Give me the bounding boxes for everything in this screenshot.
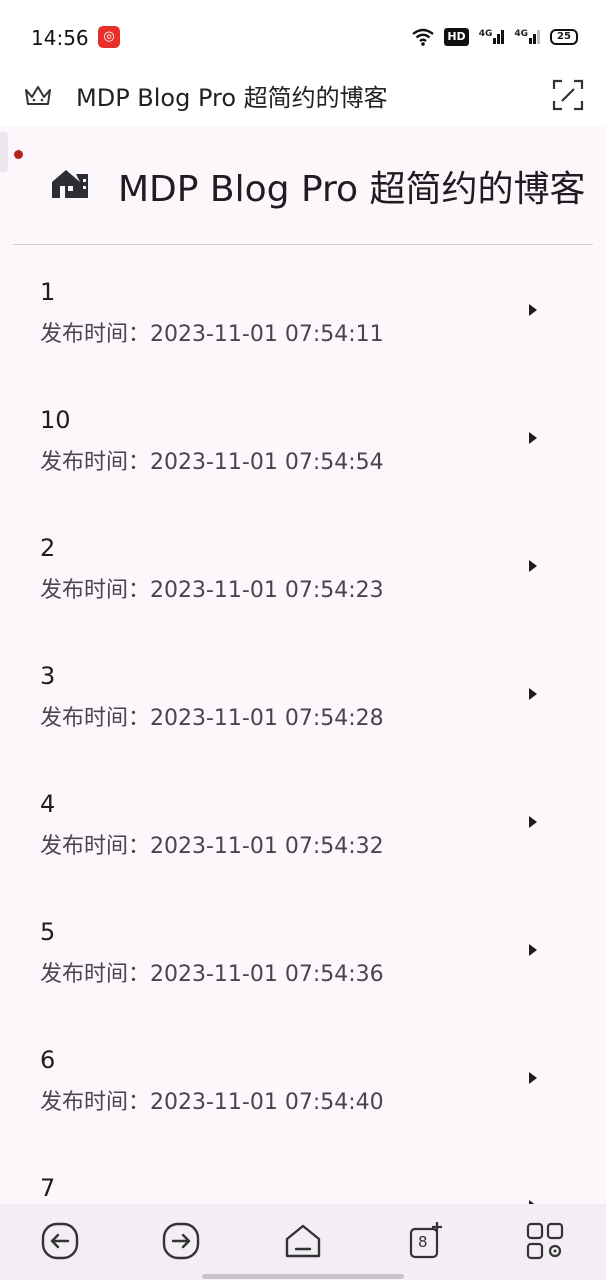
hd-badge: HD [444,28,469,46]
chevron-right-icon [529,304,537,316]
signal-label-2: 4G [514,29,528,39]
page-header: MDP Blog Pro 超简约的博客 [0,126,606,244]
chevron-right-icon [529,432,537,444]
side-drawer-handle[interactable] [0,132,8,172]
post-date: 发布时间：2023-11-01 07:54:11 [40,322,384,347]
list-item[interactable]: 6 发布时间：2023-11-01 07:54:40 [0,1014,606,1142]
post-title: 7 [40,1174,56,1202]
post-date: 发布时间：2023-11-01 07:54:23 [40,578,384,603]
signal-icon: 4G [479,30,505,44]
post-title: 6 [40,1046,56,1074]
chevron-right-icon [529,1072,537,1084]
post-title: 4 [40,790,56,818]
chevron-right-icon [529,688,537,700]
browser-page-title[interactable]: MDP Blog Pro 超简约的博客 [76,78,388,113]
list-item[interactable]: 3 发布时间：2023-11-01 07:54:28 [0,630,606,758]
post-date: 发布时间：2023-11-01 07:54:36 [40,962,384,987]
gesture-bar[interactable] [202,1274,404,1279]
status-icons: HD 4G 4G 25 [412,24,578,50]
crown-icon[interactable] [22,80,54,112]
chevron-right-icon [529,944,537,956]
chevron-right-icon [529,560,537,572]
post-date: 发布时间：2023-11-01 07:54:32 [40,834,384,859]
header-divider [13,244,593,245]
signal-icon-2: 4G [514,30,540,44]
status-bar: 14:56 ◎ HD 4G 4G 25 [0,0,606,74]
list-item[interactable]: 2 发布时间：2023-11-01 07:54:23 [0,502,606,630]
tabs-count: 8 [418,1233,428,1251]
expand-icon[interactable] [550,77,586,113]
back-icon[interactable] [41,1222,79,1260]
home-icon[interactable] [284,1222,322,1260]
post-list: 1 发布时间：2023-11-01 07:54:11 10 发布时间：2023-… [0,246,606,1204]
chevron-right-icon [529,816,537,828]
post-date: 发布时间：2023-11-01 07:54:40 [40,1090,384,1115]
status-time: 14:56 [31,26,89,50]
post-date: 发布时间：2023-11-01 07:54:54 [40,450,384,475]
page-title: MDP Blog Pro 超简约的博客 [118,169,586,210]
wifi-icon [412,28,435,46]
list-item[interactable]: 10 发布时间：2023-11-01 07:54:54 [0,374,606,502]
bottom-nav: 8 [0,1204,606,1280]
post-title: 5 [40,918,56,946]
list-item[interactable]: 1 发布时间：2023-11-01 07:54:11 [0,246,606,374]
signal-label: 4G [478,29,493,39]
post-title: 2 [40,534,56,562]
list-item[interactable]: 4 发布时间：2023-11-01 07:54:32 [0,758,606,886]
tabs-button[interactable]: 8 [406,1222,444,1260]
post-date: 发布时间：2023-11-01 07:54:28 [40,706,384,731]
post-title: 1 [40,278,56,306]
apps-icon[interactable] [526,1222,564,1260]
post-title: 3 [40,662,56,690]
list-item[interactable]: 7 [0,1142,606,1204]
post-title: 10 [40,406,71,434]
home-icon [52,170,88,198]
forward-icon[interactable] [162,1222,200,1260]
browser-title-bar: MDP Blog Pro 超简约的博客 [0,74,606,126]
battery-icon: 25 [550,29,578,45]
list-item[interactable]: 5 发布时间：2023-11-01 07:54:36 [0,886,606,1014]
netease-music-icon: ◎ [98,26,120,48]
notification-dot [14,150,23,159]
